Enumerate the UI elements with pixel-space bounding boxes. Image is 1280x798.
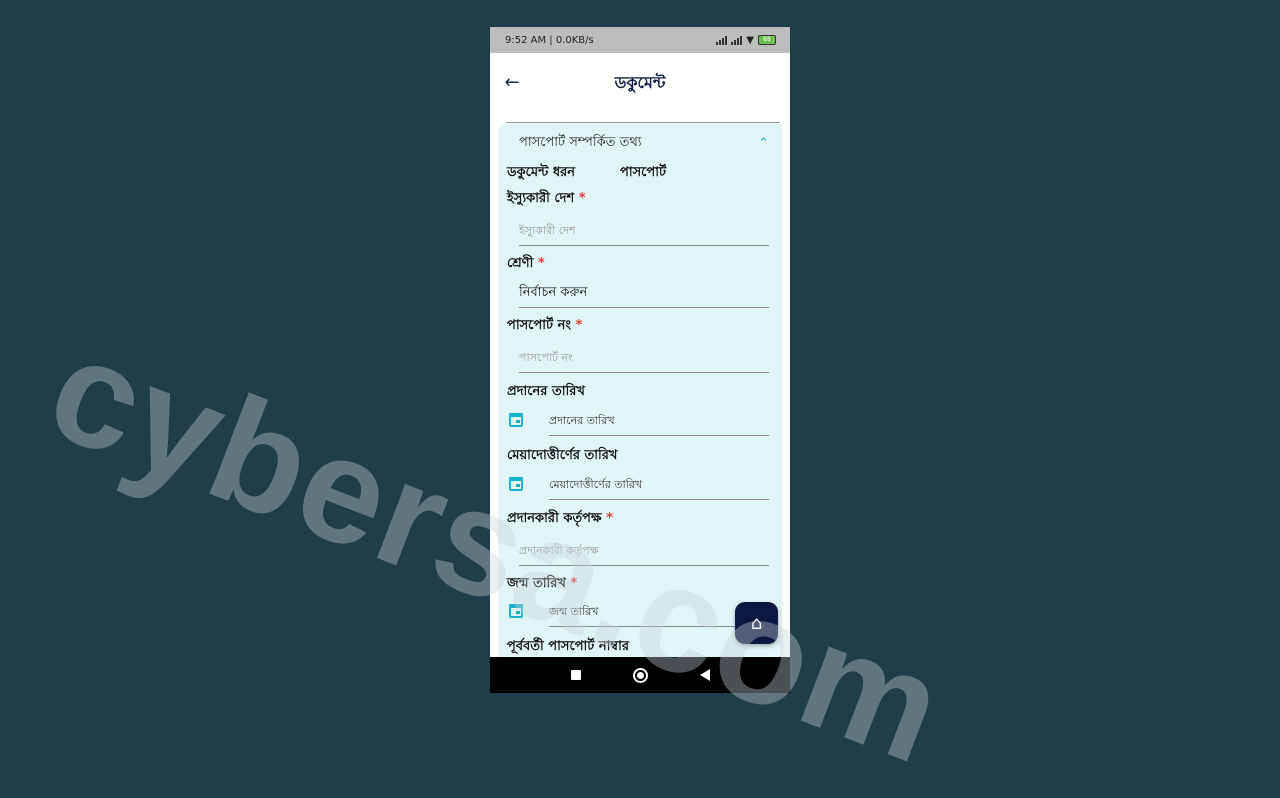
section-header[interactable]: পাসপোর্ট সম্পর্কিত তথ্য ⌃ xyxy=(519,133,769,154)
category-selected-value: নির্বাচন করুন xyxy=(519,284,588,300)
document-type-row: ডকুমেন্ট ধরন পাসপোর্ট xyxy=(507,163,666,184)
issuing-authority-label-text: প্রদানকারী কর্তৃপক্ষ xyxy=(507,511,602,526)
status-time-speed: 9:52 AM | 0.0KB/s xyxy=(505,34,594,46)
birth-date-label-text: জন্ম তারিখ xyxy=(507,576,566,591)
phone-screen: 9:52 AM | 0.0KB/s ▼ 88 ← ডকুমেন্ট পাসপোর… xyxy=(490,27,790,693)
recent-apps-icon[interactable] xyxy=(570,670,581,680)
required-marker: * xyxy=(606,511,613,526)
home-icon: ⌂ xyxy=(750,612,763,634)
divider xyxy=(506,122,780,123)
category-select[interactable]: নির্বাচন করুন xyxy=(519,279,769,308)
app-bar: ← ডকুমেন্ট xyxy=(490,53,790,113)
issuing-country-label-text: ইস্যুকারী দেশ xyxy=(507,191,575,206)
passport-info-card: পাসপোর্ট সম্পর্কিত তথ্য ⌃ ডকুমেন্ট ধরন প… xyxy=(500,124,781,684)
passport-no-label: পাসপোর্ট নং * xyxy=(507,316,582,337)
expiry-date-label-text: মেয়াদোত্তীর্ণের তারিখ xyxy=(507,448,618,463)
passport-no-placeholder: পাসপোর্ট নং xyxy=(519,350,573,364)
passport-no-label-text: পাসপোর্ট নং xyxy=(507,318,571,333)
birth-date-placeholder: জন্ম তারিখ xyxy=(549,604,599,618)
issuing-authority-label: প্রদানকারী কর্তৃপক্ষ * xyxy=(507,509,613,530)
previous-passport-label-text: পূর্ববর্তী পাসপোর্ট নাম্বার xyxy=(507,639,630,654)
back-nav-icon[interactable] xyxy=(699,669,710,681)
arrow-left-icon[interactable]: ← xyxy=(502,73,522,93)
required-marker: * xyxy=(537,256,545,271)
required-marker: * xyxy=(578,191,586,206)
chevron-up-icon[interactable]: ⌃ xyxy=(758,136,769,151)
issuing-country-label: ইস্যুকারী দেশ * xyxy=(507,189,586,210)
birth-date-label: জন্ম তারিখ * xyxy=(507,574,577,595)
status-icons: ▼ 88 xyxy=(716,35,776,46)
expiry-date-input[interactable]: মেয়াদোত্তীর্ণের তারিখ xyxy=(549,471,769,500)
issuing-country-input[interactable]: ইস্যুকারী দেশ xyxy=(519,217,769,246)
calendar-icon[interactable] xyxy=(509,604,523,618)
calendar-icon[interactable] xyxy=(509,477,523,491)
calendar-icon[interactable] xyxy=(509,413,523,427)
signal-icon xyxy=(716,35,728,45)
section-title: পাসপোর্ট সম্পর্কিত তথ্য xyxy=(519,135,642,150)
required-marker: * xyxy=(575,318,583,333)
category-label-text: শ্রেণী xyxy=(507,256,534,271)
home-nav-icon[interactable] xyxy=(632,667,648,683)
expiry-date-label: মেয়াদোত্তীর্ণের তারিখ xyxy=(507,446,617,467)
issue-date-label-text: প্রদানের তারিখ xyxy=(507,384,585,399)
document-type-value: পাসপোর্ট xyxy=(620,165,667,180)
category-label: শ্রেণী * xyxy=(507,254,545,275)
home-button[interactable]: ⌂ xyxy=(735,602,778,644)
issue-date-input[interactable]: প্রদানের তারিখ xyxy=(549,407,769,436)
previous-passport-label: পূর্ববর্তী পাসপোর্ট নাম্বার xyxy=(507,637,629,658)
required-marker: * xyxy=(570,576,578,591)
issue-date-placeholder: প্রদানের তারিখ xyxy=(549,413,615,427)
signal-icon-2 xyxy=(731,35,743,45)
wifi-icon: ▼ xyxy=(746,34,754,46)
issuing-authority-placeholder: প্রদানকারী কর্তৃপক্ষ xyxy=(519,543,599,557)
issue-date-label: প্রদানের তারিখ xyxy=(507,382,585,403)
navigation-bar xyxy=(490,657,790,693)
page-title: ডকুমেন্ট xyxy=(614,72,666,92)
issuing-country-placeholder: ইস্যুকারী দেশ xyxy=(519,223,576,237)
issuing-authority-input[interactable]: প্রদানকারী কর্তৃপক্ষ xyxy=(519,537,769,566)
status-bar: 9:52 AM | 0.0KB/s ▼ 88 xyxy=(490,27,790,53)
expiry-date-placeholder: মেয়াদোত্তীর্ণের তারিখ xyxy=(549,477,643,491)
document-type-label: ডকুমেন্ট ধরন xyxy=(507,165,576,180)
passport-no-input[interactable]: পাসপোর্ট নং xyxy=(519,344,769,373)
battery-icon: 88 xyxy=(758,35,776,45)
